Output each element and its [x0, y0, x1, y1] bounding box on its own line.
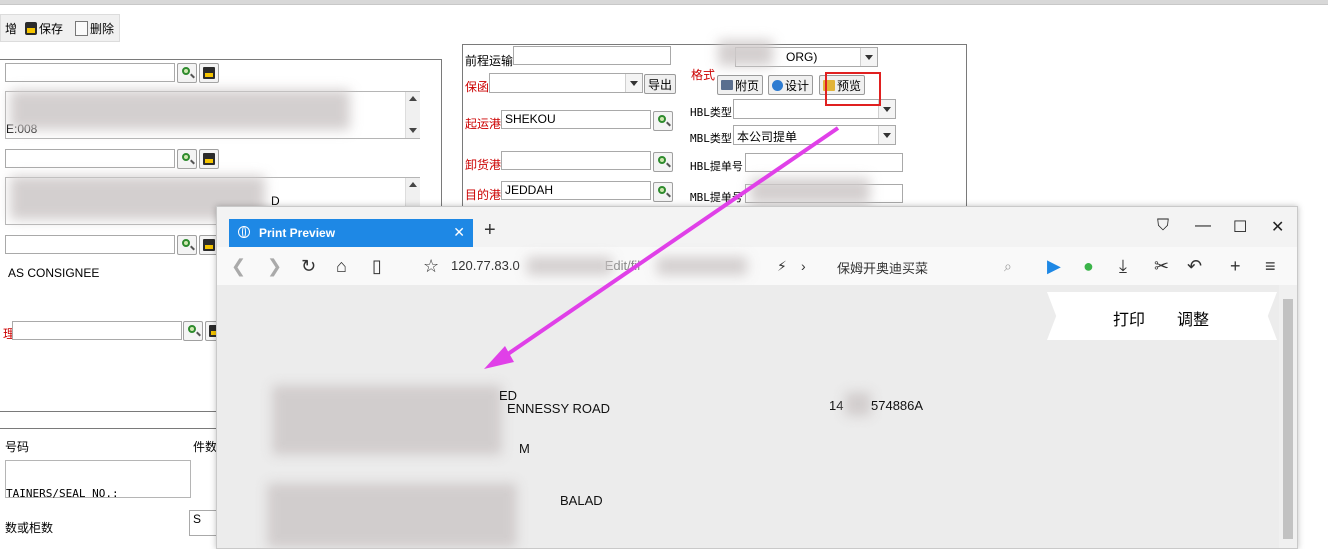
arrow-head	[484, 346, 514, 369]
annotation-arrow	[484, 126, 840, 369]
arrow-line	[503, 126, 840, 358]
